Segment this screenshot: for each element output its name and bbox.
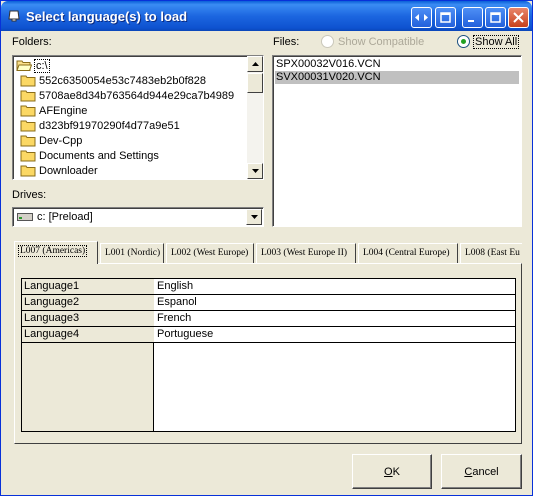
folder-item[interactable]: 5708ae8d34b763564d944e29ca7b4989 <box>20 88 234 103</box>
files-label: Files: <box>273 36 300 48</box>
bell-icon <box>8 10 20 22</box>
show-compatible-radio[interactable]: Show Compatible <box>321 35 424 48</box>
grid-value-cell[interactable]: French <box>157 311 191 326</box>
folders-list[interactable]: c:\ 552c6350054e53c7483eb2b0f828 5708ae8… <box>12 55 264 180</box>
arrow-up-icon <box>251 62 259 66</box>
maximize-button[interactable] <box>485 7 506 28</box>
drives-dropdown-button[interactable] <box>246 209 262 225</box>
file-item[interactable]: SPX00032V016.VCN <box>275 58 519 71</box>
file-item[interactable]: SVX00031V020.VCN <box>275 71 519 84</box>
resize-button[interactable] <box>411 7 432 28</box>
close-button[interactable] <box>508 7 529 28</box>
tab-l002-west-europe[interactable]: L002 (West Europe) <box>166 243 254 264</box>
show-all-label: Show All <box>472 34 520 49</box>
tab-l004-central-europe[interactable]: L004 (Central Europe) <box>358 243 458 264</box>
folder-item-label: AFEngine <box>39 104 88 117</box>
maximize-icon <box>490 12 501 23</box>
folder-icon <box>20 75 36 87</box>
folder-item-label: Dev-Cpp <box>39 134 83 147</box>
grid-row[interactable]: Language3 French <box>22 311 515 327</box>
arrow-down-icon <box>251 169 259 173</box>
cancel-accelerator: C <box>464 465 473 478</box>
folder-item-label: c:\ <box>34 58 50 73</box>
folder-item-label: d323bf91970290f4d77a9e51 <box>39 119 180 132</box>
dialog-window: Select language(s) to load Folders: c:\ … <box>0 0 533 496</box>
folder-item-label: Downloader <box>39 164 98 177</box>
ok-button[interactable]: OK <box>352 454 432 489</box>
cancel-label: ancel <box>472 465 499 478</box>
open-folder-icon <box>16 60 32 71</box>
grid-key-cell: Language1 <box>22 279 154 294</box>
ok-accelerator: O <box>384 465 393 478</box>
folder-item-label: Documents and Settings <box>39 149 159 162</box>
grid-value-cell[interactable]: Espanol <box>157 295 197 310</box>
tab-l008-east-europe[interactable]: L008 (East Eu <box>460 243 522 264</box>
folder-item-label: 5708ae8d34b763564d944e29ca7b4989 <box>39 89 235 102</box>
grid-key-cell: Language2 <box>22 295 154 310</box>
tab-l007-americas[interactable]: L007 (Americas) <box>14 241 98 264</box>
minimize-icon <box>468 20 474 22</box>
folder-icon <box>20 135 36 147</box>
scroll-up-button[interactable] <box>247 56 263 72</box>
folder-item[interactable]: Downloader <box>20 163 98 178</box>
grid-key-cell: Language3 <box>22 311 154 326</box>
folder-item[interactable]: AFEngine <box>20 103 87 118</box>
language-tabs: L007 (Americas) L001 (Nordic) L002 (West… <box>14 241 522 264</box>
tab-l003-west-europe-ii[interactable]: L003 (West Europe II) <box>256 243 356 264</box>
grid-row[interactable]: Language2 Espanol <box>22 295 515 311</box>
drive-selected-value: c: [Preload] <box>37 211 93 223</box>
folder-item[interactable]: Dev-Cpp <box>20 133 82 148</box>
tab-l001-nordic[interactable]: L001 (Nordic) <box>100 243 164 264</box>
restore-icon <box>440 12 451 23</box>
radio-button[interactable] <box>457 35 470 48</box>
folder-item[interactable]: d323bf91970290f4d77a9e51 <box>20 118 180 133</box>
folders-label: Folders: <box>12 36 52 48</box>
folders-scrollbar[interactable] <box>247 56 263 179</box>
folder-item[interactable]: Documents and Settings <box>20 148 159 163</box>
cancel-button[interactable]: Cancel <box>441 454 522 489</box>
show-all-radio[interactable]: Show All <box>457 34 520 49</box>
files-list[interactable]: SPX00032V016.VCN SVX00031V020.VCN <box>272 55 522 227</box>
ok-label: K <box>392 465 400 478</box>
grid-row[interactable]: Language4 Portuguese <box>22 327 515 343</box>
drives-label: Drives: <box>12 189 47 201</box>
grid-row[interactable]: Language1 English <box>22 279 515 295</box>
folder-item[interactable]: 552c6350054e53c7483eb2b0f828 <box>20 73 206 88</box>
show-compatible-label: Show Compatible <box>338 35 425 48</box>
restore-button[interactable] <box>435 7 456 28</box>
language-grid[interactable]: Language1 English Language2 Espanol Lang… <box>21 278 516 432</box>
chevron-down-icon <box>250 215 258 219</box>
folder-icon <box>20 165 36 177</box>
title-bar[interactable]: Select language(s) to load <box>1 1 532 31</box>
drives-combobox[interactable]: c: [Preload] <box>12 207 264 227</box>
scroll-down-button[interactable] <box>247 163 263 179</box>
radio-button[interactable] <box>321 35 334 48</box>
folder-item[interactable]: c:\ <box>16 58 50 73</box>
close-icon <box>513 12 524 23</box>
grid-key-cell: Language4 <box>22 327 154 342</box>
folder-icon <box>20 90 36 102</box>
grid-value-cell[interactable]: Portuguese <box>157 327 213 342</box>
tab-panel: Language1 English Language2 Espanol Lang… <box>14 263 522 444</box>
window-title: Select language(s) to load <box>26 9 188 24</box>
minimize-button[interactable] <box>462 7 483 28</box>
resize-arrows-icon <box>415 14 428 21</box>
grid-value-cell[interactable]: English <box>157 279 193 294</box>
drive-icon <box>17 213 33 221</box>
folder-item-label: 552c6350054e53c7483eb2b0f828 <box>39 74 206 87</box>
scroll-thumb[interactable] <box>247 73 263 93</box>
folder-icon <box>20 105 36 117</box>
folder-icon <box>20 120 36 132</box>
folder-icon <box>20 150 36 162</box>
